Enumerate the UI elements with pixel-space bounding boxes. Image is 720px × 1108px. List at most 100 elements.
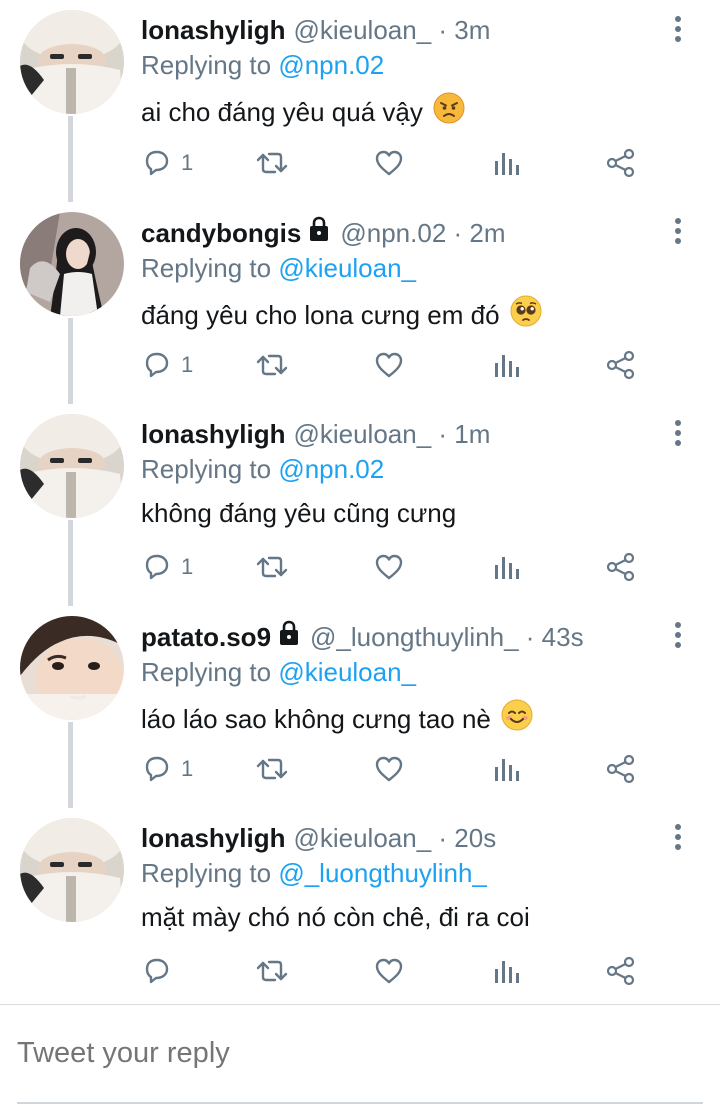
tweet[interactable]: lonashyligh @kieuloan_ · 20s Replying to…: [0, 808, 720, 1010]
tweet-header: patato.so9 @_luongthuylinh_ · 43s: [141, 620, 650, 653]
tweet-text: láo láo sao không cưng tao nè: [141, 699, 650, 739]
author-name[interactable]: patato.so9: [141, 621, 271, 653]
replying-to: Replying to @npn.02: [141, 48, 650, 82]
replying-prefix: Replying to: [141, 657, 272, 687]
like-button[interactable]: [373, 550, 405, 584]
share-button[interactable]: [605, 954, 637, 988]
analytics-button[interactable]: [492, 954, 522, 988]
tweet-content: lonashyligh @kieuloan_ · 1m Replying to …: [141, 418, 650, 530]
tweet[interactable]: candybongis @npn.02 · 2m Replying to @ki…: [0, 202, 720, 404]
thread-line: [68, 722, 73, 808]
tweet[interactable]: lonashyligh @kieuloan_ · 3m Replying to …: [0, 0, 720, 202]
author-name[interactable]: lonashyligh: [141, 418, 285, 450]
more-options-icon[interactable]: [670, 218, 686, 248]
like-button[interactable]: [373, 146, 405, 180]
lock-icon: [308, 216, 330, 249]
author-name[interactable]: lonashyligh: [141, 822, 285, 854]
tweet-header: lonashyligh @kieuloan_ · 1m: [141, 418, 650, 450]
tweet-text-body: không đáng yêu cũng cưng: [141, 498, 457, 528]
reply-button[interactable]: 1: [141, 550, 193, 584]
reply-thread: lonashyligh @kieuloan_ · 3m Replying to …: [0, 0, 720, 1010]
author-handle-time: @kieuloan_ · 3m: [293, 15, 491, 45]
author-name[interactable]: candybongis: [141, 217, 301, 249]
reply-button[interactable]: [141, 954, 181, 988]
more-options-icon[interactable]: [670, 824, 686, 854]
retweet-icon: [256, 152, 288, 174]
reply-input-underline: [17, 1102, 703, 1104]
avatar[interactable]: [20, 10, 124, 114]
reply-button[interactable]: 1: [141, 146, 193, 180]
like-button[interactable]: [373, 954, 405, 988]
avatar[interactable]: [20, 818, 124, 922]
like-button[interactable]: [373, 348, 405, 382]
tweet-actions: [141, 954, 641, 988]
retweet-button[interactable]: [255, 752, 289, 786]
more-options-icon[interactable]: [670, 420, 686, 450]
replying-prefix: Replying to: [141, 454, 272, 484]
avatar[interactable]: [20, 212, 124, 316]
reply-icon: [145, 352, 169, 378]
share-icon: [606, 148, 635, 178]
avatar[interactable]: [20, 414, 124, 518]
share-button[interactable]: [605, 146, 637, 180]
thread-line: [68, 116, 73, 202]
analytics-button[interactable]: [492, 146, 522, 180]
tweet-header: lonashyligh @kieuloan_ · 3m: [141, 14, 650, 46]
heart-icon: [375, 958, 403, 984]
mention-link[interactable]: @_luongthuylinh_: [278, 858, 487, 888]
replying-prefix: Replying to: [141, 50, 272, 80]
replying-to: Replying to @kieuloan_: [141, 655, 650, 689]
mention-link[interactable]: @kieuloan_: [278, 657, 416, 687]
heart-icon: [375, 150, 403, 176]
tweet-header: lonashyligh @kieuloan_ · 20s: [141, 822, 650, 854]
reply-input[interactable]: [17, 1037, 677, 1070]
retweet-button[interactable]: [255, 550, 289, 584]
tweet-actions: 1: [141, 752, 641, 786]
author-handle-time: @kieuloan_ · 1m: [293, 419, 491, 449]
author-handle-time: @kieuloan_ · 20s: [293, 823, 497, 853]
share-button[interactable]: [605, 550, 637, 584]
reply-icon: [145, 756, 169, 782]
reply-icon: [145, 150, 169, 176]
share-icon: [606, 754, 635, 784]
mention-link[interactable]: @npn.02: [278, 454, 384, 484]
mention-link[interactable]: @kieuloan_: [278, 253, 416, 283]
replying-to: Replying to @kieuloan_: [141, 251, 650, 285]
tweet-text: ai cho đáng yêu quá vậy: [141, 92, 650, 132]
tweet-text-body: ai cho đáng yêu quá vậy: [141, 97, 423, 127]
tweet-text-body: mặt mày chó nó còn chê, đi ra coi: [141, 902, 530, 932]
tweet[interactable]: lonashyligh @kieuloan_ · 1m Replying to …: [0, 404, 720, 606]
analytics-button[interactable]: [492, 550, 522, 584]
more-options-icon[interactable]: [670, 16, 686, 46]
reply-icon: [145, 958, 169, 984]
analytics-icon: [495, 153, 519, 175]
reply-count: 1: [181, 352, 194, 377]
reply-button[interactable]: 1: [141, 348, 193, 382]
share-button[interactable]: [605, 752, 637, 786]
reply-button[interactable]: 1: [141, 752, 193, 786]
analytics-button[interactable]: [492, 348, 522, 382]
retweet-button[interactable]: [255, 348, 289, 382]
share-button[interactable]: [605, 348, 637, 382]
tweet-actions: 1: [141, 348, 641, 382]
more-options-icon[interactable]: [670, 622, 686, 652]
retweet-button[interactable]: [255, 146, 289, 180]
tweet-text-body: láo láo sao không cưng tao nè: [141, 704, 491, 734]
heart-icon: [375, 352, 403, 378]
reply-composer: [0, 1004, 720, 1108]
analytics-button[interactable]: [492, 752, 522, 786]
reply-count: 1: [181, 756, 194, 781]
author-name[interactable]: lonashyligh: [141, 14, 285, 46]
retweet-button[interactable]: [255, 954, 289, 988]
tweet[interactable]: patato.so9 @_luongthuylinh_ · 43s Replyi…: [0, 606, 720, 808]
tweet-content: lonashyligh @kieuloan_ · 20s Replying to…: [141, 822, 650, 934]
share-icon: [606, 552, 635, 582]
tweet-text-body: đáng yêu cho lona cưng em đó: [141, 300, 500, 330]
like-button[interactable]: [373, 752, 405, 786]
tweet-actions: 1: [141, 550, 641, 584]
tweet-content: lonashyligh @kieuloan_ · 3m Replying to …: [141, 14, 650, 132]
mention-link[interactable]: @npn.02: [278, 50, 384, 80]
avatar[interactable]: [20, 616, 124, 720]
retweet-icon: [256, 556, 288, 578]
tweet-content: candybongis @npn.02 · 2m Replying to @ki…: [141, 216, 650, 335]
